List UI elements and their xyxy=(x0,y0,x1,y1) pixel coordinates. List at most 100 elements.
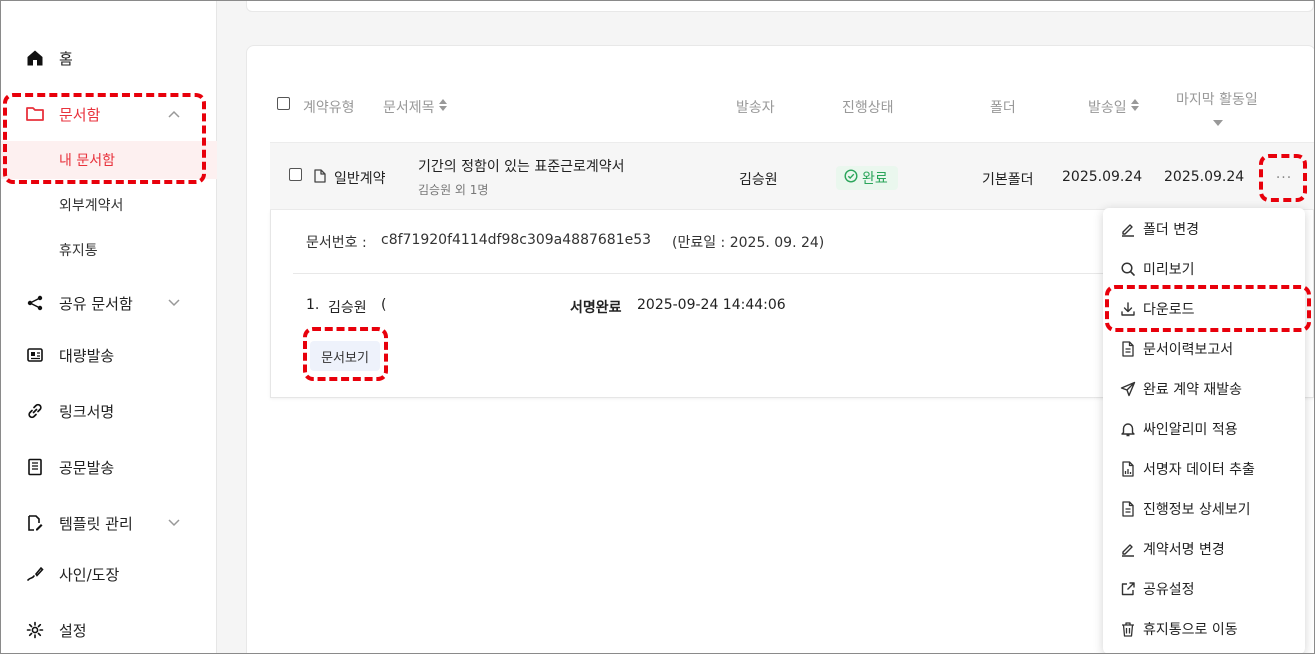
view-document-label: 문서보기 xyxy=(321,350,369,366)
top-card xyxy=(246,0,1314,12)
header-sender: 발송자 xyxy=(736,100,775,116)
sub-item-label: 내 문서함 xyxy=(59,153,115,169)
pencil-icon xyxy=(1119,220,1137,238)
nav-template-management[interactable]: 템플릿 관리 xyxy=(1,501,217,545)
chevron-down-icon xyxy=(167,296,181,310)
nav-label: 사인/도장 xyxy=(59,565,120,584)
download-icon xyxy=(1119,300,1137,318)
sign-time: 2025-09-24 14:44:06 xyxy=(637,297,786,313)
nav-label: 링크서명 xyxy=(59,402,115,421)
menu-item-change-folder[interactable]: 폴더 변경 xyxy=(1103,211,1305,247)
menu-item-label: 싸인알리미 적용 xyxy=(1143,422,1238,438)
link-icon xyxy=(25,401,45,421)
nav-official-send[interactable]: 공문발송 xyxy=(1,445,217,489)
nav-label: 대량발송 xyxy=(59,346,115,365)
view-document-button[interactable]: 문서보기 xyxy=(310,341,380,371)
search-icon xyxy=(1119,260,1137,278)
signer-name: 김승원 xyxy=(328,300,367,316)
signer-paren: ( xyxy=(381,297,387,313)
document-icon xyxy=(314,169,326,187)
menu-item-label: 다운로드 xyxy=(1143,302,1195,318)
bulk-send-icon xyxy=(25,345,45,365)
menu-item-resend-completed[interactable]: 완료 계약 재발송 xyxy=(1103,371,1305,407)
menu-item-extract-signer-data[interactable]: 서명자 데이터 추출 xyxy=(1103,451,1305,487)
pencil-icon xyxy=(1119,540,1137,558)
nav-label: 템플릿 관리 xyxy=(59,514,133,533)
header-sent-date-label: 발송일 xyxy=(1088,100,1127,116)
nav-label: 공문발송 xyxy=(59,458,115,477)
more-options-button[interactable]: ··· xyxy=(1270,166,1298,190)
context-menu: 폴더 변경 미리보기 다운로드 문서이력보고서 완료 계약 재발송 싸인알리미 … xyxy=(1103,208,1305,654)
nav-home-label: 홈 xyxy=(59,49,73,68)
menu-item-label: 폴더 변경 xyxy=(1143,222,1199,238)
data-export-icon xyxy=(1119,460,1137,478)
row-checkbox[interactable] xyxy=(289,168,302,181)
sign-status: 서명완료 xyxy=(570,300,622,316)
menu-item-label: 서명자 데이터 추출 xyxy=(1143,462,1255,478)
menu-item-label: 휴지통으로 이동 xyxy=(1143,622,1238,638)
menu-item-label: 공유설정 xyxy=(1143,582,1195,598)
nav-signature-stamp[interactable]: 사인/도장 xyxy=(1,552,217,596)
menu-item-move-to-trash[interactable]: 휴지통으로 이동 xyxy=(1103,611,1305,647)
nav-home[interactable]: 홈 xyxy=(1,36,217,80)
menu-item-label: 완료 계약 재발송 xyxy=(1143,382,1243,398)
send-icon xyxy=(1119,380,1137,398)
menu-item-label: 진행정보 상세보기 xyxy=(1143,502,1251,518)
chevron-down-icon xyxy=(167,516,181,530)
sidebar: 홈 문서함 내 문서함 외부계약서 휴지통 공유 문서함 대량발송 링크서명 공… xyxy=(1,1,217,653)
row-title[interactable]: 기간의 정함이 있는 표준근로계약서 xyxy=(418,156,625,176)
header-last-activity[interactable]: 마지막 활동일 xyxy=(1176,89,1258,109)
official-doc-icon xyxy=(25,457,45,477)
menu-item-history-report[interactable]: 문서이력보고서 xyxy=(1103,331,1305,367)
header-doc-title-label: 문서제목 xyxy=(383,100,435,116)
row-last-activity: 2025.09.24 xyxy=(1164,169,1245,185)
signature-icon xyxy=(25,564,45,584)
nav-link-sign[interactable]: 링크서명 xyxy=(1,389,217,433)
gear-icon xyxy=(25,620,45,640)
menu-item-label: 미리보기 xyxy=(1143,262,1195,278)
folder-icon xyxy=(25,104,45,124)
nav-shared-documents[interactable]: 공유 문서함 xyxy=(1,281,217,325)
doc-number-label: 문서번호 : xyxy=(306,235,367,251)
header-folder: 폴더 xyxy=(990,100,1016,116)
template-icon xyxy=(25,513,45,533)
menu-item-sign-notifier[interactable]: 싸인알리미 적용 xyxy=(1103,411,1305,447)
header-contract-type: 계약유형 xyxy=(303,100,355,116)
row-contract-type: 일반계약 xyxy=(334,171,386,187)
menu-item-label: 계약서명 변경 xyxy=(1143,542,1225,558)
expiry-date: (만료일 : 2025. 09. 24) xyxy=(672,235,825,251)
header-sent-date[interactable]: 발송일 xyxy=(1088,97,1140,117)
sub-item-external-contracts[interactable]: 외부계약서 xyxy=(1,186,217,224)
status-badge: 완료 xyxy=(836,166,898,190)
menu-item-preview[interactable]: 미리보기 xyxy=(1103,251,1305,287)
nav-documents[interactable]: 문서함 xyxy=(1,92,217,136)
document-icon xyxy=(1119,340,1137,358)
document-detail-icon xyxy=(1119,500,1137,518)
nav-settings[interactable]: 설정 xyxy=(1,608,217,652)
header-doc-title[interactable]: 문서제목 xyxy=(383,97,448,117)
check-circle-icon xyxy=(844,169,858,187)
row-sent-date: 2025.09.24 xyxy=(1062,169,1143,185)
sub-item-my-documents[interactable]: 내 문서함 xyxy=(1,141,217,179)
table-row[interactable] xyxy=(270,142,1314,210)
row-folder: 기본폴더 xyxy=(982,172,1034,188)
menu-item-label: 문서이력보고서 xyxy=(1143,342,1234,358)
doc-number: c8f71920f4114df98c309a4887681e53 xyxy=(381,232,652,248)
nav-documents-label: 문서함 xyxy=(59,105,101,124)
row-sender: 김승원 xyxy=(739,172,778,188)
signer-index: 1. xyxy=(306,297,320,313)
sub-item-trash[interactable]: 휴지통 xyxy=(1,231,217,269)
more-icon: ··· xyxy=(1275,170,1293,186)
detail-divider xyxy=(293,273,1113,274)
menu-item-download[interactable]: 다운로드 xyxy=(1103,291,1305,327)
nav-bulk-send[interactable]: 대량발송 xyxy=(1,333,217,377)
nav-label: 설정 xyxy=(59,621,87,640)
sort-down-icon xyxy=(1213,114,1223,130)
chevron-up-icon xyxy=(167,107,181,121)
menu-item-progress-details[interactable]: 진행정보 상세보기 xyxy=(1103,491,1305,527)
menu-item-change-signature[interactable]: 계약서명 변경 xyxy=(1103,531,1305,567)
select-all-checkbox[interactable] xyxy=(277,97,290,110)
sort-icon xyxy=(438,99,448,115)
menu-item-share-settings[interactable]: 공유설정 xyxy=(1103,571,1305,607)
bell-icon xyxy=(1119,420,1137,438)
